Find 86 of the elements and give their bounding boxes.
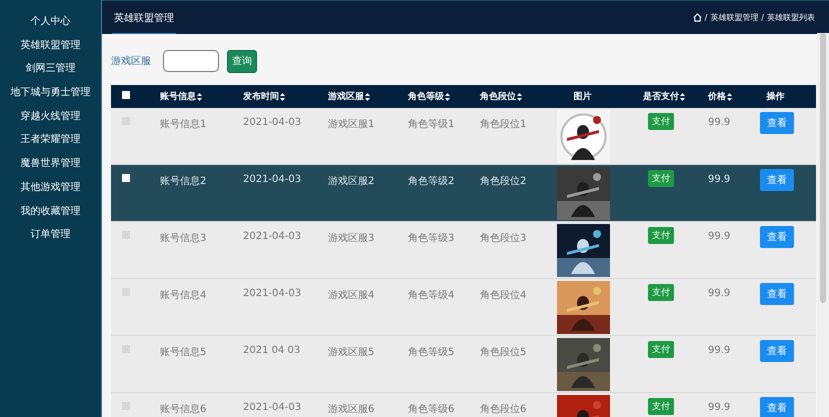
breadcrumb-item[interactable]: 英雄联盟管理 bbox=[710, 12, 758, 23]
column-header[interactable]: 发布时间 bbox=[243, 90, 285, 103]
breadcrumb-separator: / bbox=[704, 13, 708, 22]
column-header: 操作 bbox=[766, 90, 784, 103]
pay-button[interactable]: 支付 bbox=[648, 398, 674, 415]
sidebar-item[interactable]: 地下城与勇士管理 bbox=[0, 85, 101, 109]
pay-button[interactable]: 支付 bbox=[648, 170, 674, 187]
sort-icon[interactable] bbox=[445, 92, 450, 100]
search-label: 游戏区服 bbox=[111, 54, 152, 68]
price: 99.9 bbox=[708, 174, 730, 185]
price: 99.9 bbox=[708, 288, 730, 299]
sort-icon[interactable] bbox=[727, 92, 732, 100]
table-cell: 账号信息6 bbox=[160, 404, 206, 415]
sidebar-item[interactable]: 我的收藏管理 bbox=[0, 204, 101, 228]
scrollbar[interactable] bbox=[817, 33, 829, 417]
table-cell: 角色等级4 bbox=[408, 290, 454, 301]
table-cell: 游戏区服5 bbox=[328, 347, 374, 358]
table-row[interactable]: 账号信息4 2021-04-03 游戏区服4 角色等级4 角色段位4 支付 99.9 查看 bbox=[111, 279, 816, 336]
sidebar-item[interactable]: 魔兽世界管理 bbox=[0, 156, 101, 180]
table-cell: 游戏区服6 bbox=[328, 404, 374, 415]
column-header[interactable]: 是否支付 bbox=[643, 90, 685, 103]
column-header[interactable]: 游戏区服 bbox=[328, 90, 370, 103]
pay-button[interactable]: 支付 bbox=[648, 227, 674, 244]
table-cell: 2021 04 03 bbox=[243, 345, 300, 356]
table-cell: 账号信息3 bbox=[160, 233, 206, 244]
table-cell: 2021-04-03 bbox=[243, 117, 302, 128]
table-row[interactable]: 账号信息5 2021 04 03 游戏区服5 角色等级5 角色段位5 支付 99.9 查看 bbox=[111, 336, 816, 393]
sidebar-item[interactable]: 王者荣耀管理 bbox=[0, 132, 101, 156]
sort-icon[interactable] bbox=[517, 92, 522, 100]
sidebar-item[interactable]: 英雄联盟管理 bbox=[0, 38, 101, 62]
table-cell: 2021-04-03 bbox=[243, 174, 302, 185]
sidebar-item[interactable]: 穿越火线管理 bbox=[0, 108, 101, 132]
home-icon[interactable] bbox=[692, 13, 702, 22]
table-cell: 游戏区服4 bbox=[328, 290, 374, 301]
table-row[interactable]: 账号信息2 2021-04-03 游戏区服2 角色等级2 角色段位2 支付 99.9 查看 bbox=[111, 165, 816, 222]
query-button[interactable]: 查询 bbox=[227, 50, 257, 72]
table-cell: 角色段位5 bbox=[480, 347, 526, 358]
table-cell: 2021-04-03 bbox=[243, 402, 302, 413]
table-cell: 角色段位6 bbox=[480, 404, 526, 415]
select-all-checkbox[interactable] bbox=[122, 91, 130, 99]
table-row[interactable]: 账号信息1 2021-04-03 游戏区服1 角色等级1 角色段位1 支付 99.9 查看 bbox=[111, 108, 816, 165]
breadcrumb-item[interactable]: 英雄联盟列表 bbox=[767, 12, 815, 23]
sort-icon[interactable] bbox=[280, 92, 285, 100]
table-cell: 角色等级5 bbox=[408, 347, 454, 358]
sidebar-item[interactable]: 剑网三管理 bbox=[0, 61, 101, 86]
table-cell: 角色等级2 bbox=[408, 176, 454, 187]
sidebar-item[interactable]: 个人中心 bbox=[0, 14, 101, 38]
table-cell: 角色段位4 bbox=[480, 290, 526, 301]
table-cell: 账号信息5 bbox=[160, 347, 206, 358]
table-cell: 账号信息2 bbox=[160, 176, 206, 187]
table-cell: 账号信息4 bbox=[160, 290, 206, 301]
row-checkbox[interactable] bbox=[122, 174, 130, 182]
sidebar-item[interactable]: 其他游戏管理 bbox=[0, 180, 101, 204]
breadcrumb-separator: / bbox=[761, 13, 764, 22]
column-header: 图片 bbox=[574, 90, 592, 103]
price: 99.9 bbox=[708, 402, 730, 413]
table-row[interactable]: 账号信息6 2021-04-03 游戏区服6 角色等级6 角色段位6 支付 99.9 查看 bbox=[111, 393, 816, 417]
table-cell: 角色段位2 bbox=[480, 176, 526, 187]
table-cell: 角色等级3 bbox=[408, 233, 454, 244]
table-cell: 2021-04-03 bbox=[243, 231, 302, 242]
tab[interactable]: 英雄联盟管理 bbox=[112, 1, 176, 34]
price: 99.9 bbox=[708, 345, 730, 356]
column-header[interactable]: 角色段位 bbox=[480, 90, 522, 103]
table-cell: 游戏区服1 bbox=[328, 119, 374, 130]
table-cell: 角色段位3 bbox=[480, 233, 526, 244]
search-field[interactable] bbox=[163, 50, 219, 72]
column-header[interactable]: 账号信息 bbox=[160, 90, 202, 103]
table-cell: 账号信息1 bbox=[160, 119, 206, 130]
table-cell: 2021-04-03 bbox=[243, 288, 302, 299]
table-row[interactable]: 账号信息3 2021-04-03 游戏区服3 角色等级3 角色段位3 支付 99.9 查看 bbox=[111, 222, 816, 279]
sort-icon[interactable] bbox=[197, 92, 202, 100]
price: 99.9 bbox=[708, 117, 730, 128]
price: 99.9 bbox=[708, 231, 730, 242]
table-cell: 角色段位1 bbox=[480, 119, 526, 130]
table-cell: 游戏区服3 bbox=[328, 233, 374, 244]
sort-icon[interactable] bbox=[365, 92, 370, 100]
table-cell: 游戏区服2 bbox=[328, 176, 374, 187]
table-cell: 角色等级6 bbox=[408, 404, 454, 415]
sidebar-item[interactable]: 订单管理 bbox=[0, 227, 101, 251]
column-header[interactable]: 角色等级 bbox=[408, 90, 450, 103]
sort-icon[interactable] bbox=[680, 92, 685, 100]
pay-button[interactable]: 支付 bbox=[648, 341, 674, 358]
pay-button[interactable]: 支付 bbox=[648, 113, 674, 130]
table-cell: 角色等级1 bbox=[408, 119, 454, 130]
column-header[interactable]: 价格 bbox=[708, 90, 732, 103]
pay-button[interactable]: 支付 bbox=[648, 284, 674, 301]
